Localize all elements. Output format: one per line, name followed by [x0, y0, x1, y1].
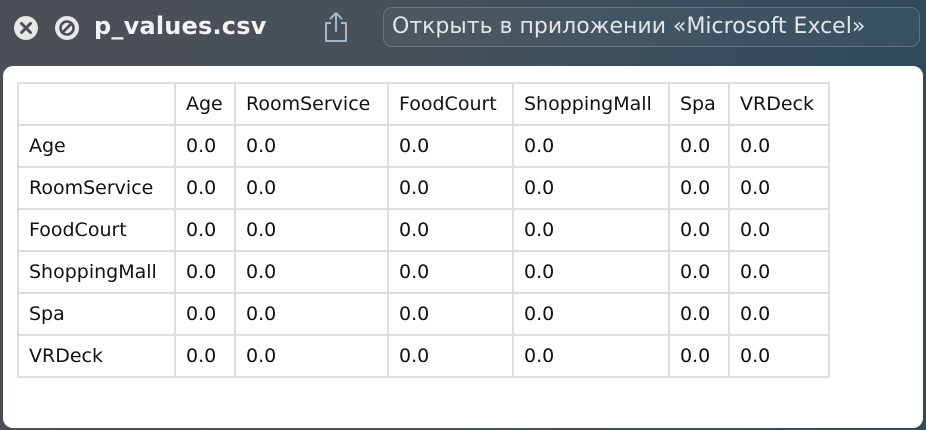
column-header	[17, 82, 176, 126]
table-cell: 0.0	[512, 124, 670, 168]
table-cell: 0.0	[174, 250, 236, 294]
table-row: FoodCourt 0.0 0.0 0.0 0.0 0.0 0.0	[17, 208, 830, 252]
table-cell: 0.0	[174, 166, 236, 210]
table-row: ShoppingMall 0.0 0.0 0.0 0.0 0.0 0.0	[17, 250, 830, 294]
table-cell: 0.0	[234, 124, 389, 168]
row-label: Spa	[17, 292, 176, 336]
close-icon	[20, 22, 32, 34]
table-cell: 0.0	[387, 208, 514, 252]
table-cell: 0.0	[234, 334, 389, 378]
table-cell: 0.0	[387, 292, 514, 336]
table-cell: 0.0	[512, 292, 670, 336]
table-cell: 0.0	[728, 292, 830, 336]
close-button[interactable]	[14, 16, 38, 40]
quick-look-window: p_values.csv Открыть в приложении «Micro…	[0, 0, 926, 430]
table-cell: 0.0	[668, 250, 730, 294]
table-cell: 0.0	[512, 250, 670, 294]
table-cell: 0.0	[387, 166, 514, 210]
table-cell: 0.0	[174, 292, 236, 336]
table-cell: 0.0	[668, 208, 730, 252]
table-cell: 0.0	[668, 292, 730, 336]
share-button[interactable]	[322, 10, 350, 44]
table-cell: 0.0	[728, 166, 830, 210]
data-table: Age RoomService FoodCourt ShoppingMall S…	[17, 82, 830, 378]
table-cell: 0.0	[174, 334, 236, 378]
table-cell: 0.0	[512, 166, 670, 210]
file-title: p_values.csv	[94, 12, 267, 40]
row-label: FoodCourt	[17, 208, 176, 252]
table-cell: 0.0	[728, 334, 830, 378]
table-cell: 0.0	[668, 166, 730, 210]
table-cell: 0.0	[234, 250, 389, 294]
title-bar: p_values.csv Открыть в приложении «Micro…	[0, 0, 926, 62]
csv-preview: Age RoomService FoodCourt ShoppingMall S…	[3, 66, 923, 428]
table-cell: 0.0	[174, 208, 236, 252]
table-cell: 0.0	[387, 250, 514, 294]
table-cell: 0.0	[387, 334, 514, 378]
table-cell: 0.0	[234, 166, 389, 210]
row-label: VRDeck	[17, 334, 176, 378]
table-cell: 0.0	[728, 250, 830, 294]
column-header: VRDeck	[728, 82, 830, 126]
table-row: VRDeck 0.0 0.0 0.0 0.0 0.0 0.0	[17, 334, 830, 378]
header-row: Age RoomService FoodCourt ShoppingMall S…	[17, 82, 830, 126]
table-cell: 0.0	[387, 124, 514, 168]
table-cell: 0.0	[728, 208, 830, 252]
table-cell: 0.0	[234, 292, 389, 336]
table-cell: 0.0	[512, 334, 670, 378]
no-entry-icon	[59, 20, 75, 36]
table-row: Age 0.0 0.0 0.0 0.0 0.0 0.0	[17, 124, 830, 168]
table-cell: 0.0	[234, 208, 389, 252]
table-cell: 0.0	[728, 124, 830, 168]
fullscreen-button[interactable]	[55, 16, 79, 40]
table-cell: 0.0	[174, 124, 236, 168]
table-cell: 0.0	[512, 208, 670, 252]
row-label: RoomService	[17, 166, 176, 210]
row-label: Age	[17, 124, 176, 168]
table-row: RoomService 0.0 0.0 0.0 0.0 0.0 0.0	[17, 166, 830, 210]
column-header: RoomService	[234, 82, 389, 126]
table-cell: 0.0	[668, 334, 730, 378]
table-cell: 0.0	[668, 124, 730, 168]
column-header: Spa	[668, 82, 730, 126]
row-label: ShoppingMall	[17, 250, 176, 294]
open-in-app-button[interactable]: Открыть в приложении «Microsoft Excel»	[383, 7, 920, 47]
share-icon	[325, 12, 347, 42]
table-row: Spa 0.0 0.0 0.0 0.0 0.0 0.0	[17, 292, 830, 336]
column-header: FoodCourt	[387, 82, 514, 126]
column-header: ShoppingMall	[512, 82, 670, 126]
column-header: Age	[174, 82, 236, 126]
